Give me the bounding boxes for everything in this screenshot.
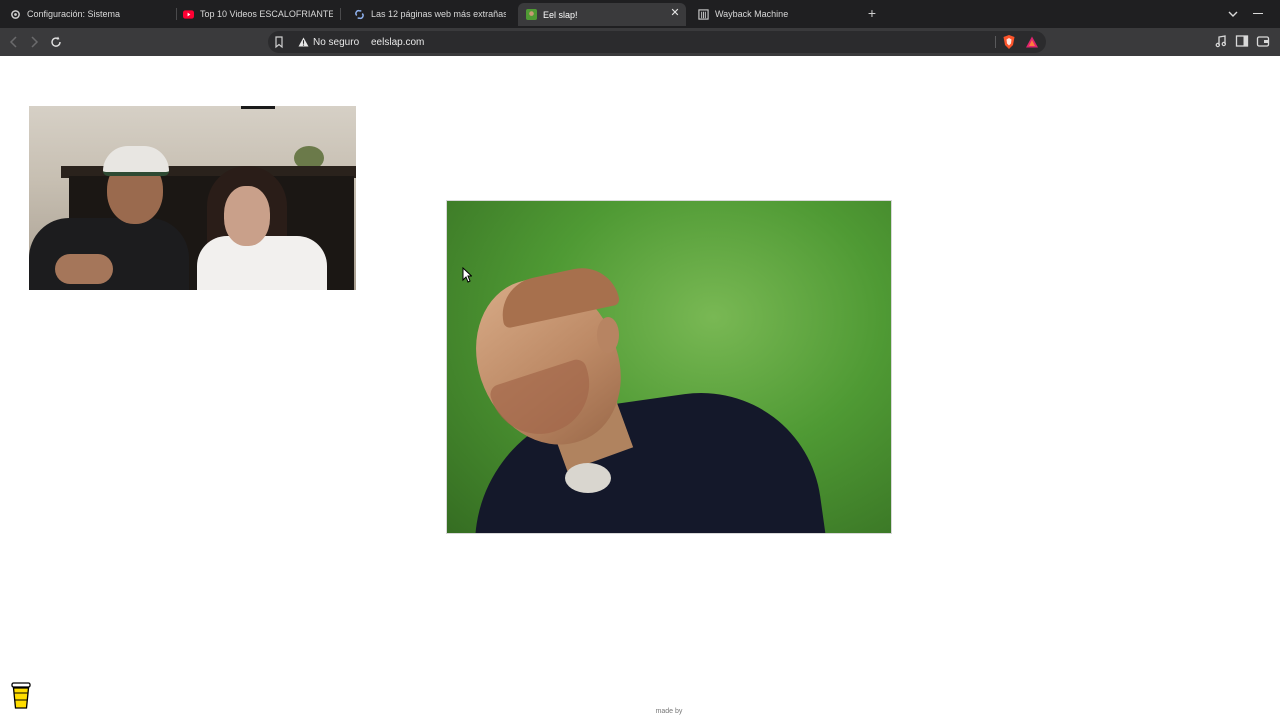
bookmark-icon[interactable]	[272, 35, 286, 49]
tab-title: Wayback Machine	[715, 9, 789, 19]
back-arrow-icon	[9, 36, 17, 48]
tab-wayback-machine[interactable]: Wayback Machine	[698, 4, 848, 24]
forward-arrow-icon	[31, 36, 39, 48]
forward-button[interactable]	[26, 34, 42, 50]
made-by-footer[interactable]: made by	[640, 708, 698, 715]
brave-rewards-icon[interactable]	[1025, 35, 1039, 49]
tab-strange-websites[interactable]: Las 12 páginas web más extrañas qu	[354, 4, 506, 24]
minimize-window-button[interactable]	[1253, 13, 1263, 14]
tab-title: Top 10 Videos ESCALOFRIANTES De	[200, 9, 333, 19]
address-bar[interactable]: No seguro eelslap.com	[268, 31, 1046, 53]
security-label: No seguro	[313, 36, 360, 48]
eel-slap-interactive-video[interactable]	[446, 200, 892, 534]
cap	[103, 146, 169, 176]
archive-icon	[698, 8, 709, 20]
tab-title: Configuración: Sistema	[27, 9, 121, 19]
back-button[interactable]	[6, 34, 22, 50]
link-loop-icon	[354, 9, 365, 20]
tab-title: Las 12 páginas web más extrañas qu	[371, 9, 506, 19]
close-tab-icon[interactable]: ✕	[670, 8, 680, 19]
media-icon[interactable]	[1214, 34, 1228, 48]
warning-icon	[298, 37, 309, 47]
tab-youtube-video[interactable]: Top 10 Videos ESCALOFRIANTES De	[183, 4, 333, 24]
tab-separator	[176, 8, 177, 20]
youtube-icon	[183, 9, 194, 20]
gear-icon	[10, 9, 21, 20]
tab-settings[interactable]: Configuración: Sistema	[10, 4, 170, 24]
tab-strip: Configuración: Sistema Top 10 Videos ESC…	[0, 0, 1280, 28]
web-page: made by	[0, 56, 1280, 720]
browser-toolbar: No seguro eelslap.com	[0, 28, 1280, 56]
chevron-down-icon[interactable]	[1227, 7, 1239, 19]
tab-separator	[340, 8, 341, 20]
url-text: eelslap.com	[371, 37, 425, 48]
buy-me-a-coffee-icon[interactable]	[10, 680, 32, 710]
security-indicator[interactable]: No seguro	[298, 35, 359, 49]
divider	[995, 36, 996, 48]
brave-shield-icon[interactable]	[1002, 34, 1016, 50]
tab-eel-slap[interactable]: Eel slap! ✕	[518, 3, 686, 26]
new-tab-button[interactable]: +	[865, 6, 879, 20]
reload-icon	[51, 36, 61, 47]
reload-button[interactable]	[48, 34, 64, 50]
wallet-icon[interactable]	[1256, 34, 1270, 48]
sidebar-icon[interactable]	[1235, 34, 1249, 48]
tab-title: Eel slap!	[543, 9, 578, 20]
webcam-overlay	[29, 106, 356, 290]
eel-slap-favicon	[526, 9, 537, 20]
